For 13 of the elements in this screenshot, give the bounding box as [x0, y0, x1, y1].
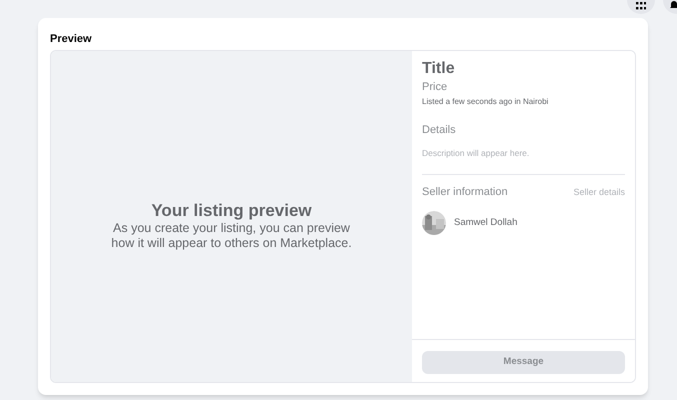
listing-price: Price [422, 81, 448, 94]
grid-icon [636, 2, 646, 10]
description-text: Description will appear here. [422, 146, 530, 160]
preview-heading: Your listing preview [151, 200, 312, 222]
listing-meta: Listed a few seconds ago in Nairobi [422, 96, 550, 108]
seller-heading: Seller information [422, 185, 508, 200]
seller-name: Samwel Dollah [454, 216, 518, 230]
preview-text: As you create your listing, you can preview how it will appear to others on Marketplace. [110, 221, 353, 252]
bell-icon [669, 0, 677, 10]
seller-details-link[interactable]: Seller details [573, 186, 625, 200]
details-heading: Details [422, 123, 457, 138]
card-title: Preview [50, 32, 93, 47]
listing-title: Title [422, 59, 456, 79]
